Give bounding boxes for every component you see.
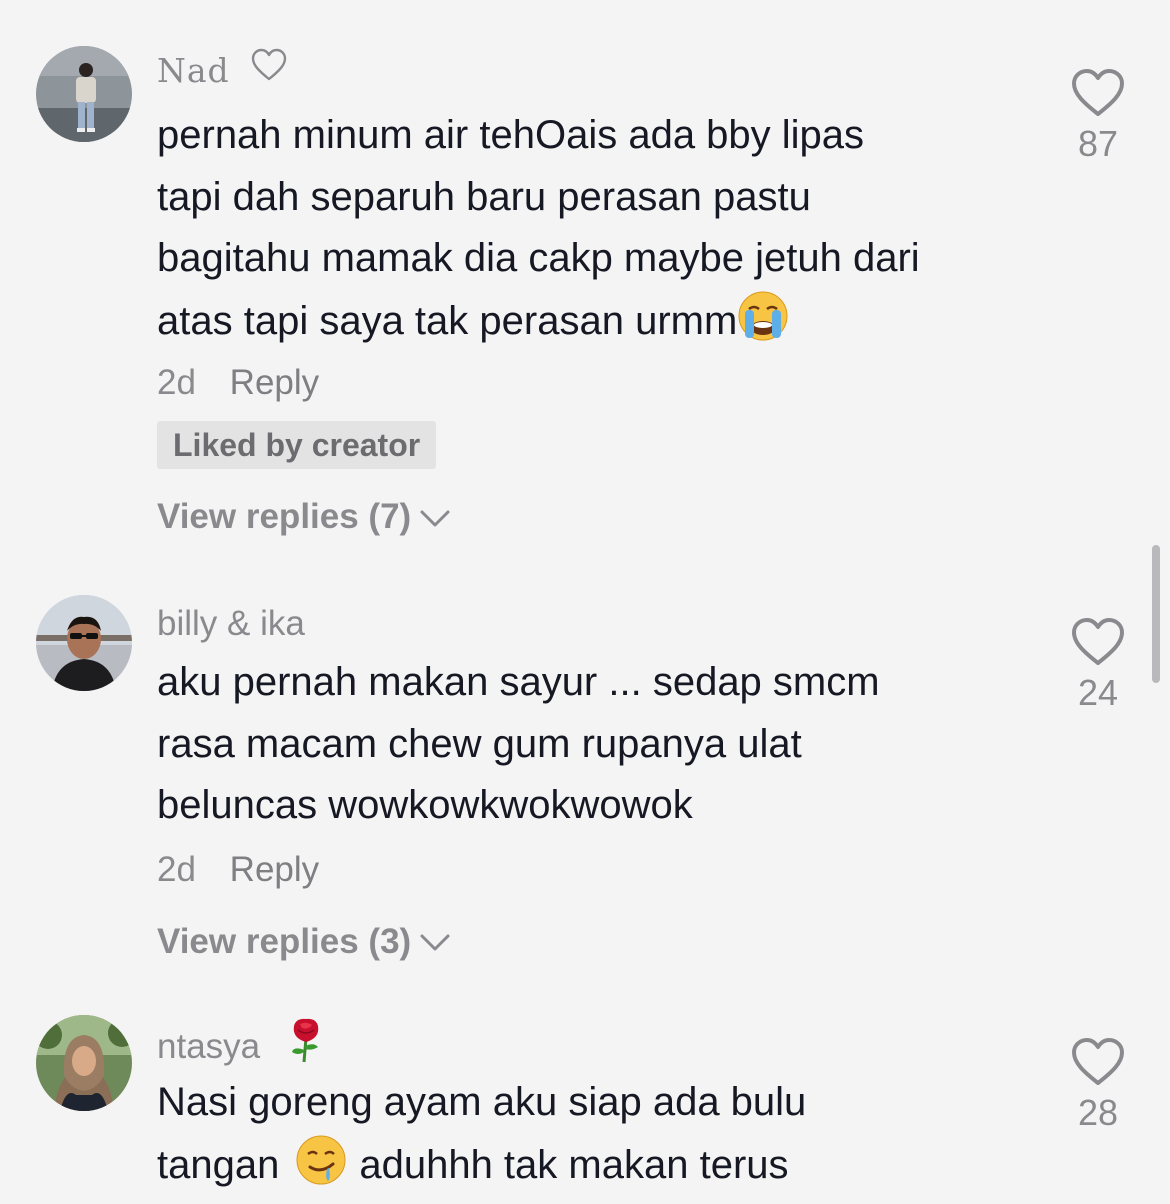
like-count: 24 [1077, 672, 1119, 713]
comment-meta: 2d Reply [157, 353, 1037, 413]
avatar[interactable] [36, 1015, 132, 1111]
reply-button[interactable]: Reply [230, 363, 319, 402]
chevron-down-icon [420, 510, 450, 527]
avatar[interactable] [36, 46, 132, 142]
comment-line-with-emoji: atas tapi saya tak perasan urmm [157, 290, 1037, 353]
comment-line: beluncas wowkowkwokwowok [157, 783, 693, 827]
rose-icon [284, 1016, 328, 1078]
view-replies-label[interactable]: View replies (7) [157, 497, 411, 536]
comment-line: tapi dah separuh baru perasan pastu [157, 174, 811, 219]
heart-outline-icon [251, 46, 287, 96]
view-replies-button[interactable]: View replies (7) [157, 487, 1037, 547]
comment-line: Nasi goreng ayam aku siap ada bulu [157, 1080, 807, 1124]
comment-line: bagitahu mamak dia cakp maybe jetuh dari [157, 236, 920, 280]
comment-line: aduhhh tak makan terus [359, 1142, 789, 1187]
loudly-crying-face-emoji [737, 290, 789, 342]
username[interactable]: Nad [157, 44, 1037, 94]
comment-line: rasa macam chew gum rupanya ulat [157, 721, 802, 766]
comment-line: pernah minum air tehOais ada bby lipas [157, 113, 865, 157]
comment-meta: 2d Reply [157, 840, 1037, 900]
comment-text: aku pernah makan sayur ... sedap smcm ra… [157, 652, 1037, 837]
heart-outline-icon[interactable] [1071, 617, 1125, 667]
scrollbar[interactable] [1152, 545, 1160, 683]
like-button[interactable]: 28 [1062, 1037, 1134, 1135]
like-count: 28 [1077, 1092, 1119, 1133]
liked-by-creator-badge: Liked by creator [157, 421, 437, 469]
like-count: 87 [1077, 123, 1119, 164]
like-button[interactable]: 87 [1062, 68, 1134, 166]
username[interactable]: billy & ika [157, 597, 1037, 647]
username[interactable]: ntasya [157, 1016, 1037, 1066]
heart-outline-icon[interactable] [1071, 1037, 1125, 1087]
heart-outline-icon[interactable] [1071, 68, 1125, 118]
view-replies-button[interactable]: View replies (3) [157, 912, 1037, 972]
reply-button[interactable]: Reply [230, 850, 319, 889]
comment-line-with-emoji: tangan aduhhh tak makan terus [157, 1134, 1037, 1197]
chevron-down-icon [420, 934, 450, 951]
avatar[interactable] [36, 595, 132, 691]
drooling-face-emoji [295, 1134, 347, 1186]
comment-time: 2d [157, 849, 196, 889]
username-text[interactable]: ntasya [157, 1027, 260, 1066]
view-replies-label[interactable]: View replies (3) [157, 922, 411, 961]
username-text[interactable]: billy & ika [157, 604, 305, 643]
comment-text: Nasi goreng ayam aku siap ada bulu tanga… [157, 1072, 1037, 1196]
username-text[interactable]: Nad [157, 51, 230, 90]
comment-line: aku pernah makan sayur ... sedap smcm [157, 660, 880, 704]
comment-text: pernah minum air tehOais ada bby lipas t… [157, 105, 1037, 352]
comment-time: 2d [157, 363, 196, 402]
like-button[interactable]: 24 [1062, 617, 1134, 715]
comment-line: atas tapi saya tak perasan urmm [157, 298, 738, 343]
comment-line: tangan [157, 1142, 280, 1187]
